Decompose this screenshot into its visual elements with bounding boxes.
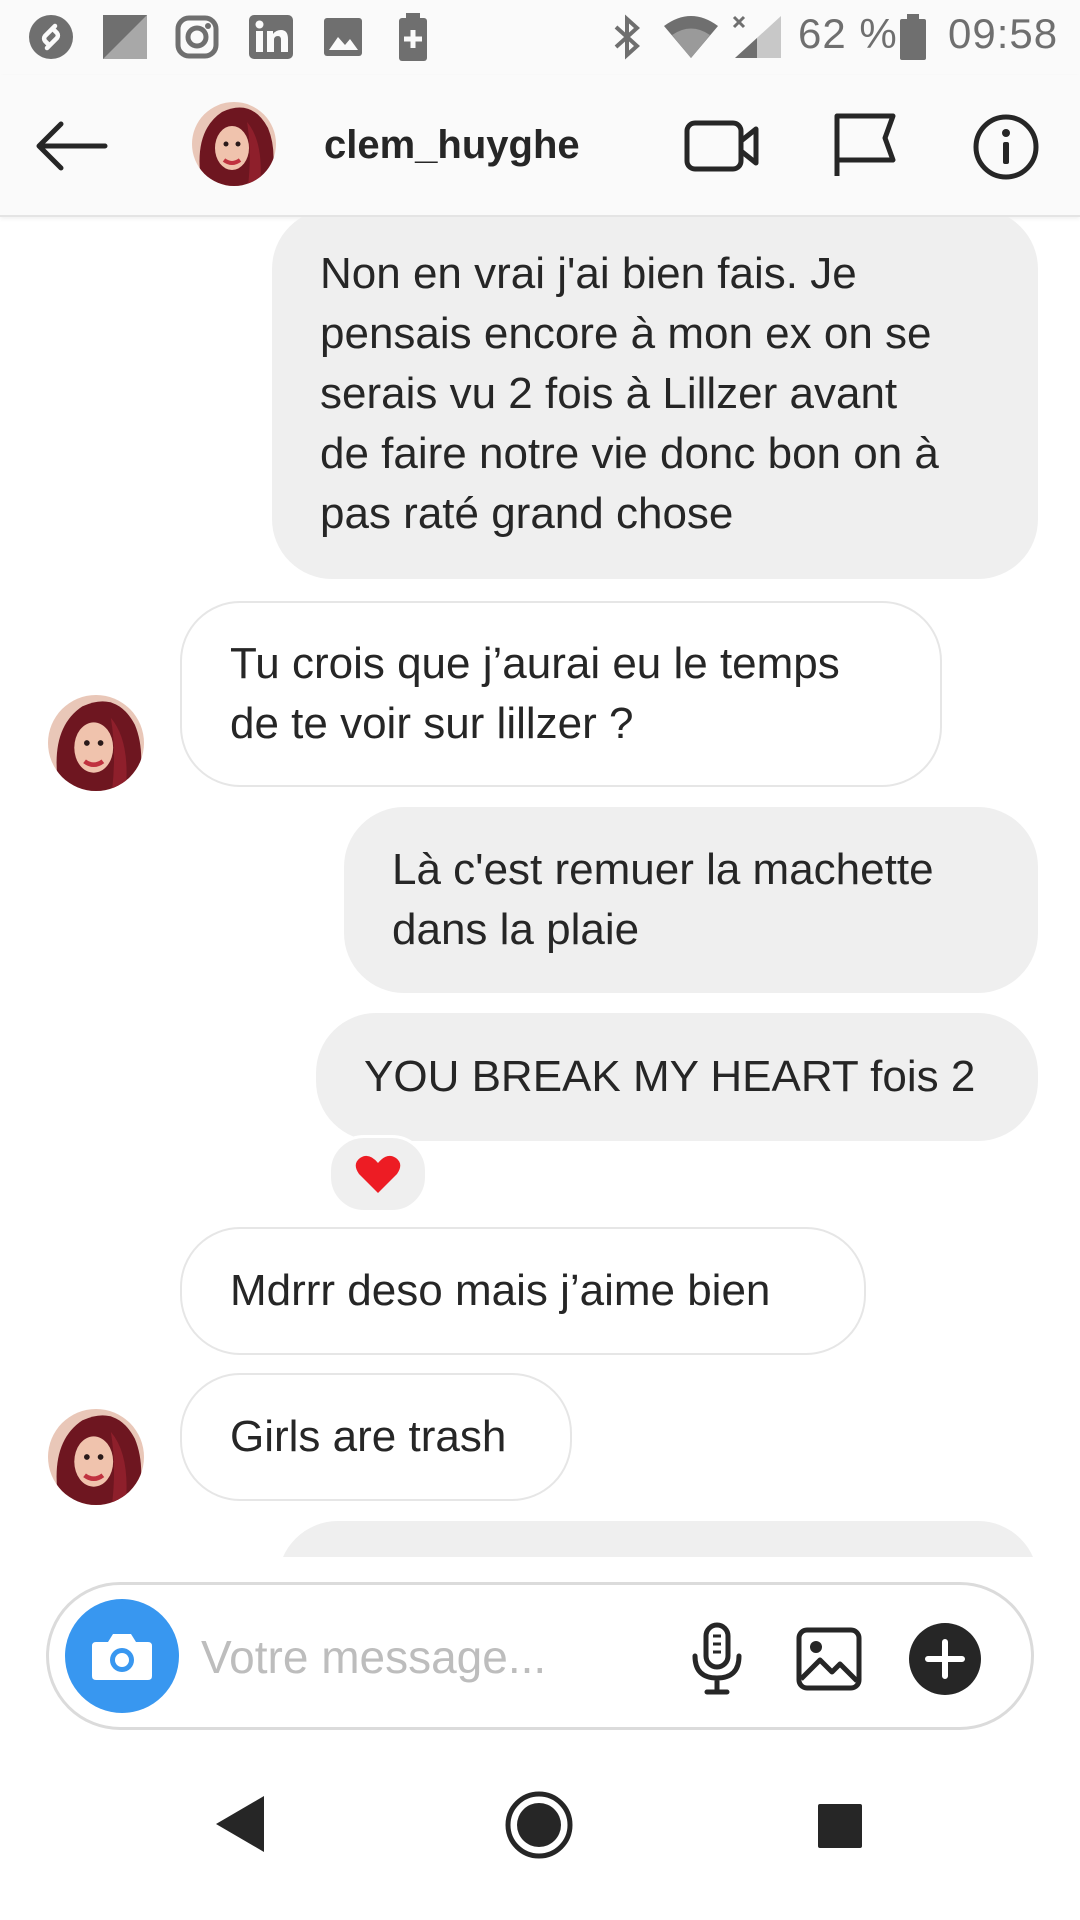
report-button[interactable] — [826, 109, 902, 181]
battery-icon — [896, 12, 930, 62]
system-navigation-bar — [0, 1760, 1080, 1920]
message-bubble-received[interactable]: Girls are trash — [180, 1373, 572, 1501]
message-text: pas raté grand chose — [320, 489, 734, 538]
image-icon — [796, 1627, 862, 1691]
message-text: dans la plaie — [392, 905, 640, 954]
conversation-header: clem_huyghe — [0, 75, 1080, 217]
back-arrow-icon — [36, 121, 108, 171]
message-bubble-received[interactable]: Mdrrr deso mais j’aime bien — [180, 1227, 866, 1355]
flag-icon — [834, 113, 896, 176]
gallery-icon — [318, 12, 368, 62]
conversation-username[interactable]: clem_huyghe — [324, 123, 580, 168]
plus-icon — [909, 1623, 981, 1695]
nav-recents-button[interactable] — [810, 1796, 870, 1856]
home-circle-icon — [505, 1791, 573, 1859]
message-bubble-sent[interactable] — [278, 1521, 1038, 1557]
linkedin-icon — [246, 12, 296, 62]
microphone-icon — [692, 1622, 742, 1695]
battery-percent: 62 % — [798, 10, 898, 57]
message-text: Là c'est remuer la machette — [392, 845, 934, 894]
message-text: de te voir sur lillzer ? — [230, 699, 634, 748]
heart-reaction[interactable] — [328, 1135, 428, 1213]
message-bubble-sent[interactable]: YOU BREAK MY HEART fois 2 — [316, 1013, 1038, 1141]
camera-icon — [92, 1634, 152, 1680]
wifi-icon — [660, 12, 722, 62]
recents-square-icon — [818, 1804, 862, 1848]
message-bubble-received[interactable]: Tu crois que j’aurai eu le temps de te v… — [180, 601, 942, 787]
message-bubble-sent[interactable]: Non en vrai j'ai bien fais. Je pensais e… — [272, 217, 1038, 579]
back-button[interactable] — [26, 111, 116, 181]
status-bar: 62 % 09:58 — [0, 0, 1080, 75]
message-text: serais vu 2 fois à Lillzer avant — [320, 369, 898, 418]
message-input[interactable] — [199, 1621, 683, 1693]
message-text: pensais encore à mon ex on se — [320, 309, 932, 358]
message-text: Girls are trash — [230, 1412, 507, 1461]
more-options-button[interactable] — [907, 1621, 983, 1697]
voice-message-button[interactable] — [679, 1619, 755, 1699]
instagram-icon — [172, 12, 222, 62]
message-composer — [46, 1582, 1034, 1730]
battery-plus-icon — [388, 12, 438, 62]
info-icon — [973, 114, 1039, 180]
bluetooth-icon — [602, 12, 652, 62]
message-text: de faire notre vie donc bon on à — [320, 429, 939, 478]
shazam-icon — [26, 12, 76, 62]
back-triangle-icon — [216, 1796, 264, 1852]
nav-home-button[interactable] — [502, 1788, 576, 1862]
message-text: Tu crois que j’aurai eu le temps — [230, 639, 840, 688]
heart-icon — [355, 1155, 401, 1193]
message-bubble-sent[interactable]: Là c'est remuer la machette dans la plai… — [344, 807, 1038, 993]
video-call-icon — [684, 120, 759, 172]
message-text: YOU BREAK MY HEART fois 2 — [364, 1052, 976, 1101]
avatar[interactable] — [48, 695, 144, 791]
nav-back-button[interactable] — [210, 1790, 270, 1858]
gallery-button[interactable] — [791, 1623, 867, 1695]
camera-button[interactable] — [65, 1599, 179, 1713]
message-text: Non en vrai j'ai bien fais. Je — [320, 249, 857, 298]
message-thread[interactable]: Non en vrai j'ai bien fais. Je pensais e… — [0, 217, 1080, 1557]
clock: 09:58 — [948, 10, 1059, 57]
video-call-button[interactable] — [680, 113, 764, 179]
info-button[interactable] — [970, 111, 1042, 183]
app-icon — [100, 12, 150, 62]
avatar[interactable] — [192, 102, 276, 186]
signal-icon — [730, 12, 786, 62]
avatar[interactable] — [48, 1409, 144, 1505]
message-text: Mdrrr deso mais j’aime bien — [230, 1266, 771, 1315]
